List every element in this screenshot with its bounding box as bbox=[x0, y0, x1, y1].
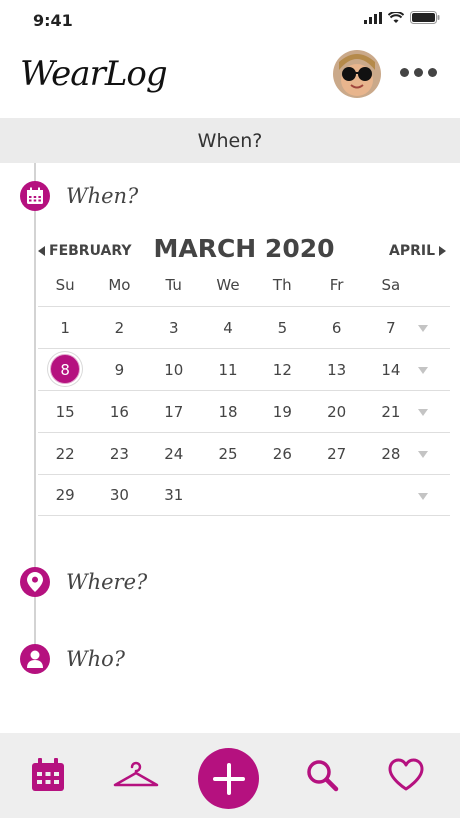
next-month-label: APRIL bbox=[388, 243, 435, 259]
calendar-day[interactable]: 29 bbox=[38, 474, 92, 516]
status-icons bbox=[364, 11, 440, 24]
weekday-label: Mo bbox=[108, 276, 131, 294]
step-label-when: When? bbox=[66, 184, 139, 208]
weekday-label: Th bbox=[272, 276, 292, 294]
calendar-week-row: 1 2 3 4 5 6 7 bbox=[38, 306, 450, 348]
bottom-nav bbox=[0, 733, 460, 818]
add-entry-button[interactable] bbox=[198, 748, 259, 809]
calendar-day[interactable]: 24 bbox=[147, 433, 201, 475]
calendar-day[interactable]: 10 bbox=[147, 349, 201, 391]
calendar-day[interactable]: 2 bbox=[92, 307, 146, 349]
calendar-day[interactable]: 15 bbox=[38, 391, 92, 433]
step-when[interactable]: When? bbox=[20, 181, 138, 211]
expand-week-chevron-icon[interactable] bbox=[418, 367, 428, 374]
status-bar: 9:41 bbox=[0, 0, 460, 40]
weekday-label: We bbox=[216, 276, 240, 294]
heart-icon bbox=[388, 758, 424, 791]
app-header: WearLog bbox=[0, 40, 460, 118]
calendar-day[interactable]: 20 bbox=[309, 391, 363, 433]
calendar-day[interactable]: 4 bbox=[201, 307, 255, 349]
calendar-week-row: 22 23 24 25 26 27 28 bbox=[38, 432, 450, 474]
wifi-icon bbox=[388, 11, 404, 23]
person-icon bbox=[20, 644, 50, 674]
location-pin-icon bbox=[20, 567, 50, 597]
calendar-day[interactable]: 13 bbox=[309, 349, 363, 391]
expand-week-chevron-icon[interactable] bbox=[418, 325, 428, 332]
calendar-day[interactable]: 22 bbox=[38, 433, 92, 475]
app-logo: WearLog bbox=[20, 54, 168, 94]
calendar-day bbox=[255, 474, 309, 516]
calendar-day[interactable]: 27 bbox=[309, 433, 363, 475]
calendar-day[interactable]: 12 bbox=[255, 349, 309, 391]
calendar-day[interactable]: 9 bbox=[92, 349, 146, 391]
signal-icon bbox=[364, 11, 382, 24]
calendar-week-row: 8 9 10 11 12 13 14 bbox=[38, 348, 450, 390]
battery-icon bbox=[410, 11, 440, 24]
calendar-day[interactable]: 28 bbox=[364, 433, 418, 475]
weekday-label: Tu bbox=[165, 276, 182, 294]
avatar[interactable] bbox=[333, 50, 381, 98]
calendar-day bbox=[364, 474, 418, 516]
calendar-day[interactable]: 25 bbox=[201, 433, 255, 475]
calendar-day[interactable]: 11 bbox=[201, 349, 255, 391]
step-where[interactable]: Where? bbox=[20, 567, 147, 597]
nav-search-button[interactable] bbox=[302, 755, 342, 795]
status-time: 9:41 bbox=[33, 11, 73, 30]
calendar-week-row: 15 16 17 18 19 20 21 bbox=[38, 390, 450, 432]
calendar-day[interactable]: 3 bbox=[147, 307, 201, 349]
calendar-day[interactable]: 30 bbox=[92, 474, 146, 516]
calendar-grid: 1 2 3 4 5 6 7 8 9 10 11 12 13 14 15 16 1… bbox=[38, 306, 450, 516]
weekday-label: Su bbox=[55, 276, 75, 294]
triangle-right-icon bbox=[439, 246, 446, 256]
calendar-day[interactable]: 23 bbox=[92, 433, 146, 475]
weekday-header: Su Mo Tu We Th Fr Sa bbox=[38, 276, 418, 298]
calendar-day bbox=[201, 474, 255, 516]
calendar-day[interactable]: 18 bbox=[201, 391, 255, 433]
step-who[interactable]: Who? bbox=[20, 644, 125, 674]
hanger-icon bbox=[113, 761, 159, 787]
section-title: When? bbox=[0, 118, 460, 163]
search-icon bbox=[307, 760, 339, 792]
nav-calendar-button[interactable] bbox=[28, 755, 68, 795]
add-icon bbox=[212, 762, 245, 795]
calendar-header: FEBRUARY MARCH 2020 APRIL bbox=[38, 232, 450, 266]
calendar-day[interactable]: 19 bbox=[255, 391, 309, 433]
step-label-where: Where? bbox=[66, 570, 148, 594]
expand-week-chevron-icon[interactable] bbox=[418, 451, 428, 458]
calendar-week-row: 29 30 31 bbox=[38, 474, 450, 516]
calendar-day[interactable]: 7 bbox=[364, 307, 418, 349]
weekday-label: Sa bbox=[381, 276, 401, 294]
calendar-day[interactable]: 16 bbox=[92, 391, 146, 433]
calendar-day[interactable]: 17 bbox=[147, 391, 201, 433]
expand-week-chevron-icon[interactable] bbox=[418, 409, 428, 416]
calendar-icon bbox=[32, 758, 64, 791]
calendar-day[interactable]: 31 bbox=[147, 474, 201, 516]
step-label-who: Who? bbox=[66, 647, 126, 671]
nav-favorites-button[interactable] bbox=[386, 755, 426, 795]
calendar-day[interactable]: 21 bbox=[364, 391, 418, 433]
calendar-day[interactable]: 26 bbox=[255, 433, 309, 475]
calendar-day[interactable]: 6 bbox=[309, 307, 363, 349]
nav-wardrobe-button[interactable] bbox=[112, 755, 160, 795]
next-month-button[interactable]: APRIL bbox=[389, 243, 446, 259]
calendar-day[interactable]: 14 bbox=[364, 349, 418, 391]
calendar-icon bbox=[20, 181, 50, 211]
expand-week-chevron-icon[interactable] bbox=[418, 493, 428, 500]
calendar-day[interactable]: 1 bbox=[38, 307, 92, 349]
calendar-day[interactable]: 5 bbox=[255, 307, 309, 349]
calendar-day bbox=[309, 474, 363, 516]
more-options-icon[interactable] bbox=[400, 68, 437, 77]
weekday-label: Fr bbox=[329, 276, 344, 294]
calendar-day-selected[interactable]: 8 bbox=[38, 349, 92, 391]
